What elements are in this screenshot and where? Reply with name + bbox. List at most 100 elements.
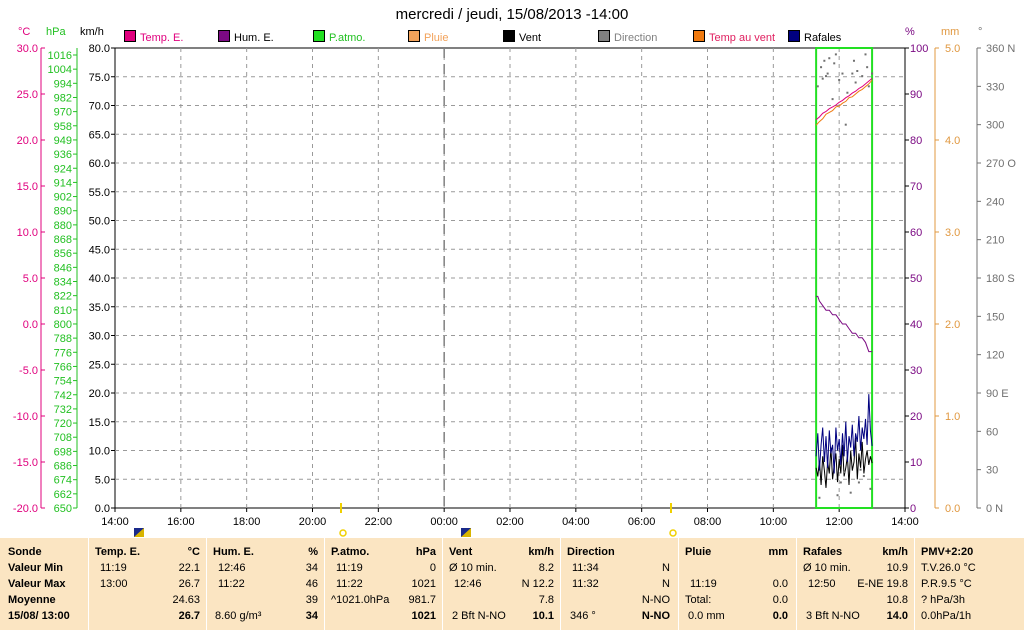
pressure-tick-label: 994 [54,78,72,90]
legend-item[interactable]: Temp au vent [693,30,775,44]
x-tick-label: 20:00 [299,516,327,528]
legend-item[interactable]: Direction [598,30,657,44]
direction-min-value: N [662,562,670,574]
series-direction-point [831,98,834,101]
rafales-10min-value: 10.9 [886,562,908,574]
wind-tick-label: 20.0 [89,388,110,400]
direction-max-value: N [662,578,670,590]
legend-label: Hum. E. [234,32,274,44]
row-label-min: Valeur Min [8,562,64,574]
direction-tick-label: 330 [986,81,1004,93]
series-direction-point [857,481,860,484]
stats-header-vent: Vent [449,546,473,558]
pressure-tick-label: 914 [54,177,72,189]
pressure-tick-label: 958 [54,121,72,133]
legend-item[interactable]: Vent [503,30,541,44]
stats-separator [88,538,89,630]
pluie-max-value: 0.0 [772,578,788,590]
row-label-max: Valeur Max [8,578,66,590]
series-direction-point [834,53,837,56]
grid [114,47,906,509]
direction-max-time: 11:32 [572,578,599,590]
legend-swatch [693,30,705,42]
legend-swatch [788,30,800,42]
patmo-average: 981.7 [408,594,436,606]
hum-min-value: 34 [305,562,318,574]
temp-max-time: 13:00 [100,578,128,590]
legend-item[interactable]: Rafales [788,30,841,44]
legend-item[interactable]: Hum. E. [218,30,274,44]
rain-tick-label: 3.0 [945,227,960,239]
x-tick-label: 14:00 [891,516,919,528]
patmo-max-value: 1021 [411,578,436,590]
direction-degrees: 346 ° [570,610,596,622]
legend-swatch [218,30,230,42]
pressure-tick-label: 890 [54,206,72,218]
direction-tick-label: 150 [986,311,1004,323]
stats-header-pmv: PMV+2:20 [921,546,974,558]
rafales-average: 10.8 [886,594,908,606]
row-label-avg: Moyenne [8,594,56,606]
temp-min-time: 11:19 [100,562,127,574]
legend-item[interactable]: P.atmo. [313,30,366,44]
vent-10min-label: Ø 10 min. [449,562,497,574]
direction-tick-label: 270 O [986,158,1016,170]
stats-separator [678,538,679,630]
series-direction-point [821,77,824,80]
pressure-tick-label: 949 [54,135,72,147]
direction-tick-label: 0 N [986,503,1003,515]
wind-tick-label: 80.0 [89,43,110,55]
pluie-current: 0.0 [772,610,788,622]
series-direction-point [862,475,865,478]
wind-tick-label: 75.0 [89,72,110,84]
humidity-tick-label: 40 [910,319,922,331]
pressure-tick-label: 662 [54,489,72,501]
pmv-line-2: P.R.9.5 °C [921,578,972,590]
rain-tick-label: 5.0 [945,43,960,55]
pressure-tick-label: 674 [54,475,72,487]
legend-item[interactable]: Temp. E. [124,30,183,44]
humidity-tick-label: 10 [910,457,922,469]
temp-tick-label: 5.0 [23,273,38,285]
wind-tick-label: 0.0 [95,503,110,515]
stats-separator [914,538,915,630]
stats-separator [796,538,797,630]
patmo-min-value: 0 [429,562,436,574]
series-direction-point [851,72,854,75]
direction-tick-label: 210 [986,235,1004,247]
stats-unit-pluie: mm [768,546,788,558]
series-direction-point [849,491,852,494]
series-direction-point [818,496,821,499]
pluie-max-time: 11:19 [690,578,717,590]
temp-tick-label: -20.0 [13,503,38,515]
series-direction-point [841,72,844,75]
humidity-tick-label: 90 [910,89,922,101]
pmv-line-1: T.V.26.0 °C [921,562,976,574]
pressure-tick-label: 742 [54,390,72,402]
temp-tick-label: 25.0 [17,89,38,101]
series-direction-point [867,85,870,88]
pressure-tick-label: 810 [54,305,72,317]
pressure-tick-label: 698 [54,446,72,458]
wind-tick-label: 30.0 [89,331,110,343]
series-direction-point [826,72,829,75]
stats-separator [324,538,325,630]
hum-absolute: 8.60 g/m³ [215,610,262,622]
temp-average: 24.63 [172,594,200,606]
direction-tick-label: 360 N [986,43,1015,55]
patmo-max-time: 11:22 [336,578,363,590]
x-tick-label: 08:00 [694,516,722,528]
temp-tick-label: -5.0 [19,365,38,377]
direction-current: N-NO [641,610,670,622]
pressure-tick-label: 834 [54,277,72,289]
humidity-tick-label: 80 [910,135,922,147]
series-direction-point [866,66,869,69]
direction-tick-label: 300 [986,120,1004,132]
pressure-tick-label: 846 [54,262,72,274]
wind-tick-label: 35.0 [89,302,110,314]
direction-tick-label: 120 [986,350,1004,362]
legend-item[interactable]: Pluie [408,30,448,44]
legend-label: Direction [614,32,658,44]
series-direction-point [843,471,846,474]
x-tick-label: 18:00 [233,516,261,528]
